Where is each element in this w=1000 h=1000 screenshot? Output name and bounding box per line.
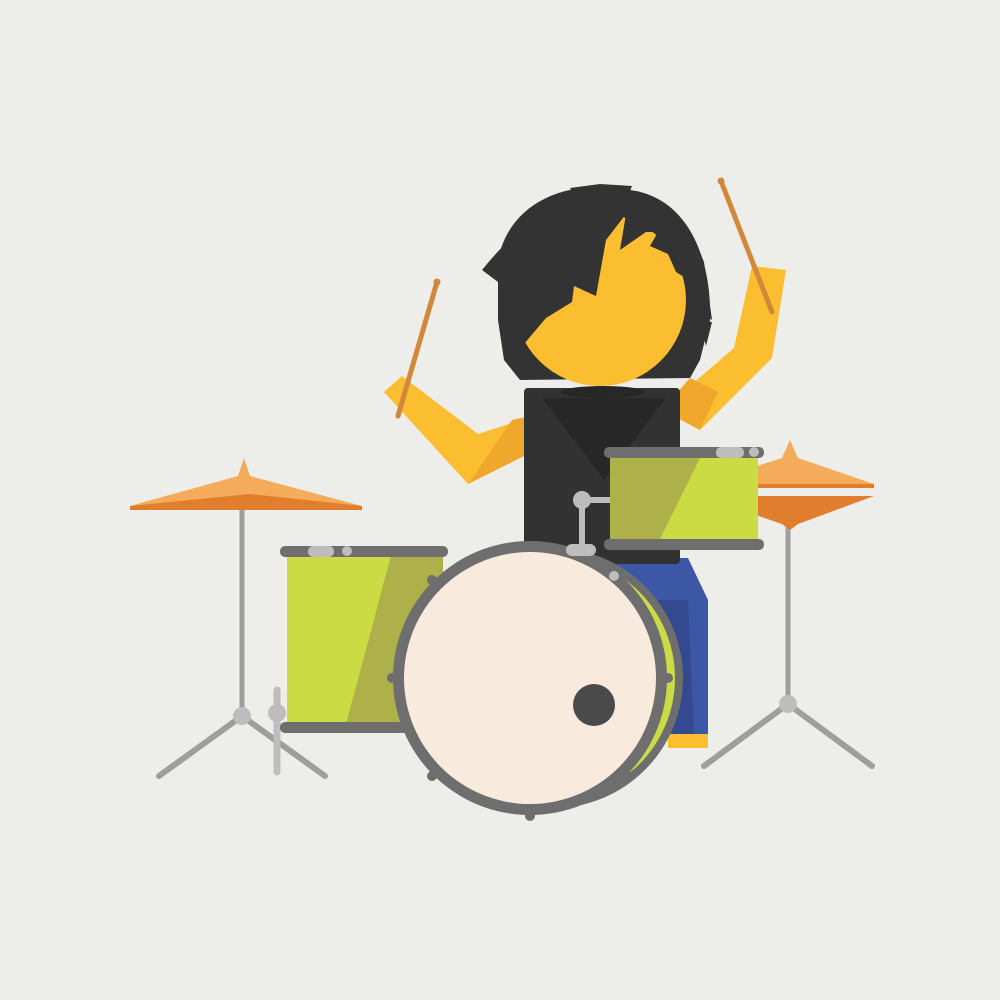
left-cymbal-joint [233,707,251,725]
floor-tom-lug [308,546,334,557]
neck-shadow [561,386,645,398]
bass-drum-lug [387,673,397,683]
shoe [668,734,708,748]
bass-drum-port [573,684,615,726]
drummer-illustration [0,0,1000,1000]
bass-drum-lug [663,673,673,683]
pedal-rod-joint [268,704,286,722]
bass-drum-head [404,552,656,804]
bass-drum-lug [609,571,619,581]
floor-tom-lug [342,546,352,556]
bass-drum-lug [623,771,633,781]
rack-tom-bottom-rim [604,539,764,550]
right-cymbal-joint [779,695,797,713]
bass-drum-top-lug [566,544,596,556]
bass-drum-lug [525,811,535,821]
rack-tom-lug [716,447,744,458]
bass-drum-lug [427,771,437,781]
right-drumstick-tip [717,177,725,185]
left-drumstick-tip [433,278,441,286]
bass-drum-lug [427,575,437,585]
floor-tom-top-rim [280,546,448,557]
rack-tom-lug [749,447,759,457]
rack-tom-mount-joint [573,491,591,509]
